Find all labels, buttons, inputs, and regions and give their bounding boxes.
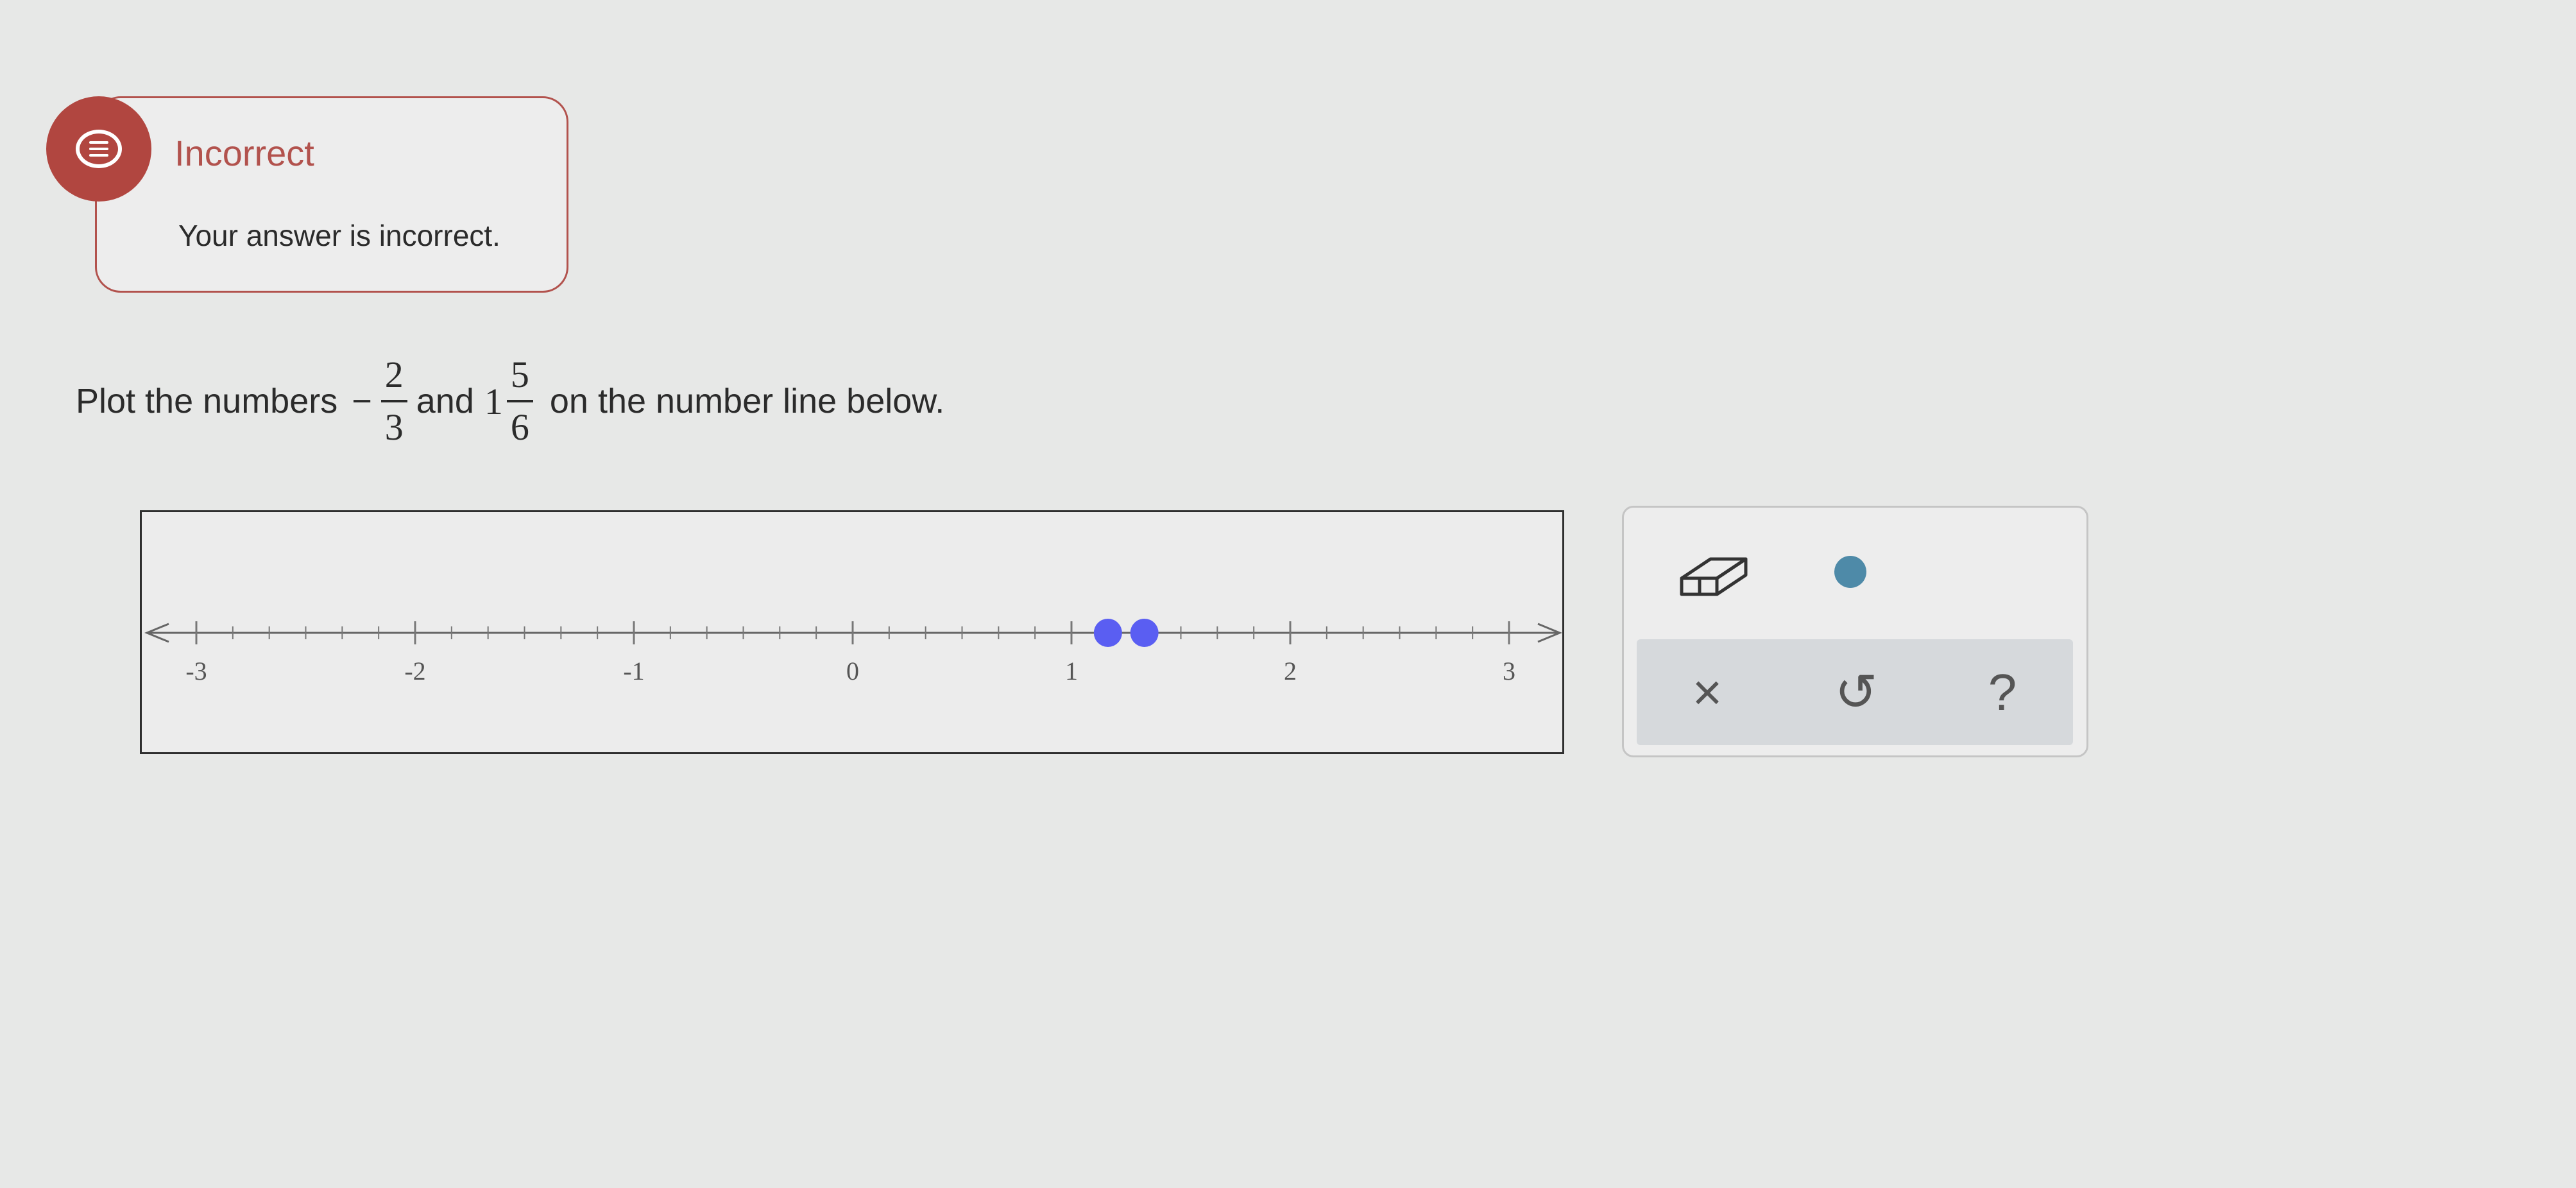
question-prompt: Plot the numbers − 2 3 and 1 5 6 on the … xyxy=(76,356,944,446)
tick-label: 0 xyxy=(846,657,859,685)
number-line-svg[interactable]: -3 -2 -1 0 1 2 3 xyxy=(142,512,1566,756)
fraction-first-denominator: 3 xyxy=(384,406,404,448)
point-tool-icon[interactable] xyxy=(1834,556,1866,588)
fraction-second: 5 6 xyxy=(506,356,533,448)
fraction-first: 2 3 xyxy=(380,356,407,448)
question-connector: and xyxy=(416,382,474,420)
tick-label: -1 xyxy=(623,657,644,685)
number-line-graph[interactable]: -3 -2 -1 0 1 2 3 xyxy=(140,510,1564,754)
eraser-icon[interactable] xyxy=(1675,543,1752,601)
help-button[interactable]: ? xyxy=(1951,639,2054,745)
mixed-whole: 1 xyxy=(484,380,503,422)
tick-label: -2 xyxy=(404,657,425,685)
fraction-first-numerator: 2 xyxy=(380,356,407,402)
question-prefix: Plot the numbers xyxy=(76,382,338,420)
tick-label: 2 xyxy=(1284,657,1297,685)
plotted-point[interactable] xyxy=(1130,619,1159,647)
minus-sign: − xyxy=(352,382,372,420)
tool-panel: × ↺ ? xyxy=(1622,506,2088,757)
plotted-point[interactable] xyxy=(1093,619,1122,647)
tick-label: 1 xyxy=(1065,657,1078,685)
fraction-second-numerator: 5 xyxy=(506,356,533,402)
feedback-title: Incorrect xyxy=(175,133,314,173)
clear-button[interactable]: × xyxy=(1656,639,1759,745)
feedback-panel xyxy=(95,96,568,293)
chat-icon xyxy=(46,96,151,202)
undo-button[interactable]: ↺ xyxy=(1805,639,1907,745)
tick-label: 3 xyxy=(1503,657,1515,685)
tool-actions-bar: × ↺ ? xyxy=(1637,639,2073,745)
fraction-second-denominator: 6 xyxy=(510,406,529,448)
tick-label: -3 xyxy=(185,657,207,685)
feedback-message: Your answer is incorrect. xyxy=(178,219,500,252)
question-suffix: on the number line below. xyxy=(549,382,945,420)
